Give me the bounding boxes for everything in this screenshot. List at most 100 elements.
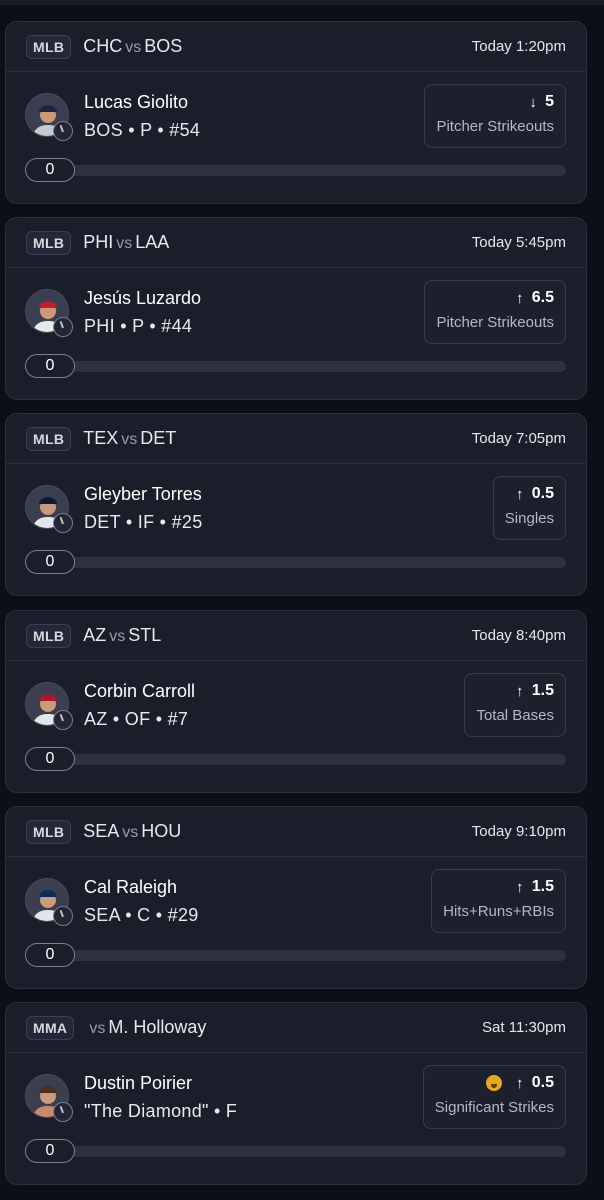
- stat-category: Hits+Runs+RBIs: [443, 903, 554, 920]
- stat-category: Total Bases: [476, 707, 554, 724]
- card-header: MLB AZ vs STL Today 8:40pm: [6, 611, 586, 661]
- player-info: SEA • C • #29: [84, 905, 199, 925]
- card-body: Cal Raleigh SEA • C • #29 ↑ 1.5 Hits+Run…: [6, 857, 586, 988]
- league-badge: MMA: [26, 1015, 75, 1040]
- game-time: Today 7:05pm: [471, 430, 566, 447]
- vs-label: vs: [125, 39, 142, 56]
- game-time: Today 1:20pm: [471, 38, 566, 55]
- vs-label: vs: [109, 628, 126, 645]
- vs-label: vs: [116, 235, 133, 252]
- player-name[interactable]: Dustin Poirier: [84, 1073, 192, 1094]
- progress-value: 0: [25, 747, 75, 771]
- card-body: Lucas Giolito BOS • P • #54 ↓ 5 Pitcher …: [6, 72, 586, 203]
- player-avatar[interactable]: [25, 289, 73, 337]
- clock-icon: [53, 513, 73, 533]
- player-info: BOS • P • #54: [84, 120, 201, 140]
- top-bar: [0, 0, 604, 5]
- player-avatar[interactable]: [25, 485, 73, 533]
- progress-row: 0: [25, 747, 566, 771]
- pick-card[interactable]: MLB SEAvsHOU Today 9:10pm Cal Raleigh: [5, 806, 587, 989]
- player-info: "The Diamond" • F: [84, 1101, 238, 1121]
- progress-row: 0: [25, 1139, 566, 1163]
- direction-arrow-icon: ↑: [516, 485, 524, 503]
- player-name[interactable]: Jesús Luzardo: [84, 288, 201, 309]
- player-info: AZ • OF • #7: [84, 709, 189, 729]
- pick-card[interactable]: MLB AZ vs STL Today 8:40pm Corbin Carroll: [5, 610, 587, 793]
- league-badge: MLB: [26, 819, 72, 844]
- progress-track: [45, 950, 566, 961]
- stat-category: Singles: [504, 510, 554, 527]
- pick-line-value: 6.5: [531, 289, 554, 306]
- progress-row: 0: [25, 550, 566, 574]
- progress-track: [45, 361, 566, 372]
- pick-projection[interactable]: ↑ 1.5 Total Bases: [464, 673, 566, 737]
- league-badge: MLB: [26, 34, 72, 59]
- team-b: DET: [140, 428, 177, 448]
- team-b: BOS: [144, 36, 183, 56]
- player-avatar[interactable]: [25, 93, 73, 141]
- team-a: PHI: [83, 232, 114, 252]
- vs-label: vs: [121, 431, 138, 448]
- progress-row: 0: [25, 158, 566, 182]
- card-body: Corbin Carroll AZ • OF • #7 ↑ 1.5 Total …: [6, 661, 586, 792]
- player-avatar[interactable]: [25, 682, 73, 730]
- matchup: vs M. Holloway: [86, 1017, 206, 1038]
- pick-projection[interactable]: ↑ 0.5 Significant Strikes: [422, 1065, 566, 1129]
- player-name[interactable]: Gleyber Torres: [84, 484, 202, 505]
- player-avatar[interactable]: [25, 1074, 73, 1122]
- vs-label: vs: [89, 1020, 106, 1037]
- league-badge: MLB: [26, 230, 72, 255]
- player-avatar[interactable]: [25, 878, 73, 926]
- card-body: Gleyber Torres DET • IF • #25 ↑ 0.5 Sing…: [6, 464, 586, 595]
- grinning-face-icon: [485, 1075, 502, 1091]
- game-time: Today 8:40pm: [471, 627, 566, 644]
- pick-line-row: ↑ 1.5: [476, 682, 554, 700]
- progress-value: 0: [25, 354, 75, 378]
- pick-projection[interactable]: ↑ 0.5 Singles: [492, 476, 566, 540]
- pick-line-value: 0.5: [531, 485, 554, 502]
- progress-track: [45, 557, 566, 568]
- vs-label: vs: [122, 824, 139, 841]
- league-badge: MLB: [26, 623, 72, 648]
- team-a: CHC: [83, 36, 123, 56]
- pick-projection[interactable]: ↑ 6.5 Pitcher Strikeouts: [424, 280, 566, 344]
- direction-arrow-icon: ↑: [516, 682, 524, 700]
- clock-icon: [53, 906, 73, 926]
- league-badge: MLB: [26, 426, 72, 451]
- matchup: TEX vs DET: [83, 428, 176, 449]
- direction-arrow-icon: ↑: [516, 1074, 524, 1092]
- clock-icon: [53, 121, 73, 141]
- card-header: MLB SEA vs HOU Today 9:10pm: [6, 807, 586, 857]
- player-name[interactable]: Corbin Carroll: [84, 681, 195, 702]
- card-header: MMA vs M. Holloway Sat 11:30pm: [6, 1003, 586, 1053]
- team-a: SEA: [83, 821, 120, 841]
- pick-line-row: ↓ 5: [436, 93, 554, 111]
- clock-icon: [53, 1102, 73, 1122]
- card-header: MLB CHC vs BOS Today 1:20pm: [6, 22, 586, 72]
- pick-line-value: 0.5: [531, 1074, 554, 1091]
- pick-line-row: ↑ 0.5: [505, 485, 554, 503]
- pick-card[interactable]: MLB CHC vs BOS Today 1:20pm Lucas Giolito: [5, 21, 587, 204]
- pick-line-row: ↑ 6.5: [436, 289, 554, 307]
- pick-card[interactable]: MLB PHI vs LAA Today 5:45pm Jesús Luzardo: [5, 217, 587, 400]
- progress-value: 0: [25, 1139, 75, 1163]
- pick-projection[interactable]: ↑ 1.5 Hits+Runs+RBIs: [431, 869, 566, 933]
- pick-card[interactable]: MMA vs M. Holloway Sat 11:30pm Dustin Poi…: [5, 1002, 587, 1185]
- pick-line-value: 1.5: [531, 878, 554, 895]
- player-info: PHI • P • #44: [84, 316, 193, 336]
- team-b: M. Holloway: [108, 1017, 207, 1037]
- direction-arrow-icon: ↑: [516, 289, 524, 307]
- player-name[interactable]: Lucas Giolito: [84, 92, 188, 113]
- clock-icon: [53, 317, 73, 337]
- player-name[interactable]: Cal Raleigh: [84, 877, 177, 898]
- progress-row: 0: [25, 943, 566, 967]
- card-header: MLB PHI vs LAA Today 5:45pm: [6, 218, 586, 268]
- pick-projection[interactable]: ↓ 5 Pitcher Strikeouts: [424, 84, 566, 148]
- pick-card[interactable]: MLB TEX vs DET Today 7:05pm Gleyber Torres: [5, 413, 587, 596]
- pick-line-value: 1.5: [531, 682, 554, 699]
- progress-row: 0: [25, 354, 566, 378]
- stat-category: Significant Strikes: [434, 1099, 554, 1116]
- card-body: Dustin Poirier "The Diamond" • F ↑ 0.5 S…: [6, 1053, 586, 1184]
- matchup: PHI vs LAA: [83, 232, 169, 253]
- pick-line-value: 5: [545, 93, 554, 110]
